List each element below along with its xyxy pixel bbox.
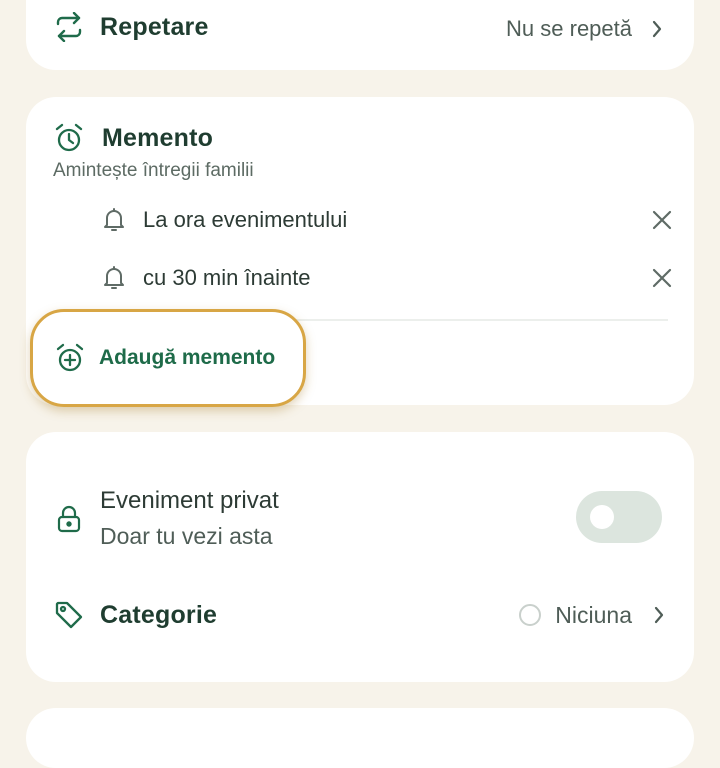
- tag-icon: [54, 600, 84, 630]
- lock-icon: [56, 504, 82, 534]
- repeat-icon: [54, 12, 84, 42]
- alarm-clock-icon: [54, 123, 84, 153]
- chevron-right-icon: [650, 19, 664, 39]
- category-color-indicator: [519, 604, 542, 626]
- add-reminder-button[interactable]: Adaugă memento: [30, 309, 306, 407]
- bell-icon: [102, 207, 126, 233]
- category-row[interactable]: Categorie Niciuna: [54, 600, 666, 630]
- add-reminder-label: Adaugă memento: [99, 346, 276, 369]
- bell-icon: [102, 265, 126, 291]
- reminder-item: La ora evenimentului: [102, 207, 672, 233]
- repeat-value: Nu se repetă: [506, 16, 632, 41]
- reminder-item-label: La ora evenimentului: [143, 207, 348, 232]
- private-event-toggle[interactable]: [576, 491, 662, 543]
- private-event-subtitle: Doar tu vezi asta: [100, 523, 273, 549]
- repeat-title: Repetare: [100, 12, 209, 41]
- settings-card: Eveniment privat Doar tu vezi asta Categ…: [26, 432, 694, 682]
- reminder-title: Memento: [102, 123, 214, 152]
- toggle-knob: [590, 505, 614, 529]
- category-value: Niciuna: [555, 601, 632, 628]
- reminder-subtitle: Amintește întregii familii: [53, 160, 254, 181]
- chevron-right-icon: [652, 605, 666, 625]
- reminder-item-label: cu 30 min înainte: [143, 265, 311, 290]
- private-event-row[interactable]: Eveniment privat Doar tu vezi asta: [56, 484, 666, 554]
- next-card: [26, 708, 694, 768]
- add-alarm-icon: [55, 343, 85, 373]
- remove-reminder-close-icon[interactable]: [652, 268, 672, 288]
- remove-reminder-close-icon[interactable]: [652, 210, 672, 230]
- category-title: Categorie: [100, 600, 218, 629]
- reminder-item: cu 30 min înainte: [102, 265, 672, 291]
- private-event-title: Eveniment privat: [100, 487, 279, 514]
- repeat-card[interactable]: Repetare Nu se repetă: [26, 0, 694, 70]
